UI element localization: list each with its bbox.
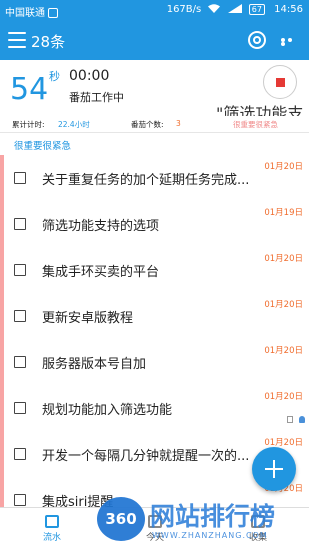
carrier-badge-icon	[48, 8, 58, 18]
task-checkbox[interactable]	[14, 448, 26, 460]
task-checkbox[interactable]	[14, 356, 26, 368]
wifi-icon	[208, 4, 221, 13]
timer-count: 54	[10, 72, 49, 107]
tab-stream[interactable]: 流水	[30, 508, 74, 551]
note-icon	[287, 416, 293, 423]
timer-unit: 秒	[49, 70, 60, 83]
task-checkbox[interactable]	[14, 264, 26, 276]
signal-icon	[227, 4, 242, 13]
status-bar: 中国联通 167B/s 67 14:56	[0, 0, 309, 22]
task-title: 筛选功能支持的选项	[42, 219, 160, 234]
app-bar: 28条	[0, 22, 309, 60]
timer-status: 番茄工作中	[69, 91, 124, 104]
category-header[interactable]: 很重要很紧急	[0, 133, 309, 155]
stop-icon	[276, 78, 285, 87]
add-task-button[interactable]	[252, 447, 296, 491]
task-title: 更新安卓版教程	[42, 311, 134, 326]
task-checkbox[interactable]	[14, 402, 26, 414]
pomodoro-count-label: 番茄个数:	[131, 120, 164, 129]
watermark-title: 网站排行榜	[150, 502, 276, 531]
task-row[interactable]: 集成手环买卖的平台 01月20日	[4, 247, 309, 293]
task-date: 01月19日	[264, 208, 303, 218]
bell-icon	[299, 416, 305, 423]
task-row[interactable]: 关于重复任务的加个延期任务完成... 01月20日	[4, 155, 309, 201]
target-icon[interactable]	[248, 31, 266, 49]
task-title: 服务器版本号自加	[42, 357, 147, 372]
task-row[interactable]: 更新安卓版教程 01月20日	[4, 293, 309, 339]
more-icon[interactable]	[281, 38, 301, 46]
task-title: 关于重复任务的加个延期任务完成...	[42, 173, 250, 188]
app-title: 28条	[31, 33, 66, 51]
watermark-logo: 360	[97, 497, 145, 541]
menu-icon[interactable]	[8, 32, 26, 48]
pomodoro-count-value: 3	[176, 119, 181, 128]
task-row[interactable]: 筛选功能支持的选项 01月19日	[4, 201, 309, 247]
task-checkbox[interactable]	[14, 218, 26, 230]
task-checkbox[interactable]	[14, 494, 26, 506]
task-date: 01月20日	[264, 162, 303, 172]
task-date: 01月20日	[264, 254, 303, 264]
net-speed: 167B/s	[166, 4, 202, 15]
priority-label: 很重要很紧急	[233, 120, 278, 129]
task-date: 01月20日	[264, 392, 303, 402]
stream-icon	[45, 515, 59, 528]
stop-button[interactable]	[263, 65, 297, 99]
task-title: 开发一个每隔几分钟就提醒一次的...	[42, 449, 250, 464]
battery-icon: 67	[248, 4, 265, 15]
task-date: 01月20日	[264, 300, 303, 310]
task-title: 集成手环买卖的平台	[42, 265, 160, 280]
task-title: 规划功能加入筛选功能	[42, 403, 173, 418]
task-date: 01月20日	[264, 346, 303, 356]
task-checkbox[interactable]	[14, 310, 26, 322]
total-time-label: 累计计时:	[12, 120, 45, 129]
tab-stream-label: 流水	[42, 533, 61, 543]
category-title: 很重要很紧急	[14, 141, 72, 152]
task-row[interactable]: 规划功能加入筛选功能 01月20日	[4, 385, 309, 431]
watermark: 360 网站排行榜 WWW.ZHANZHANG.COM	[90, 495, 309, 550]
carrier: 中国联通	[5, 4, 58, 19]
watermark-url: WWW.ZHANZHANG.COM	[152, 531, 268, 540]
task-row[interactable]: 服务器版本号自加 01月20日	[4, 339, 309, 385]
task-checkbox[interactable]	[14, 172, 26, 184]
stats-row: 累计计时: 22.4小时 番茄个数: 3 很重要很紧急	[0, 116, 309, 132]
total-time-value: 22.4小时	[58, 120, 90, 129]
timer-clock: 00:00	[69, 68, 110, 84]
clock: 14:56	[274, 4, 303, 15]
